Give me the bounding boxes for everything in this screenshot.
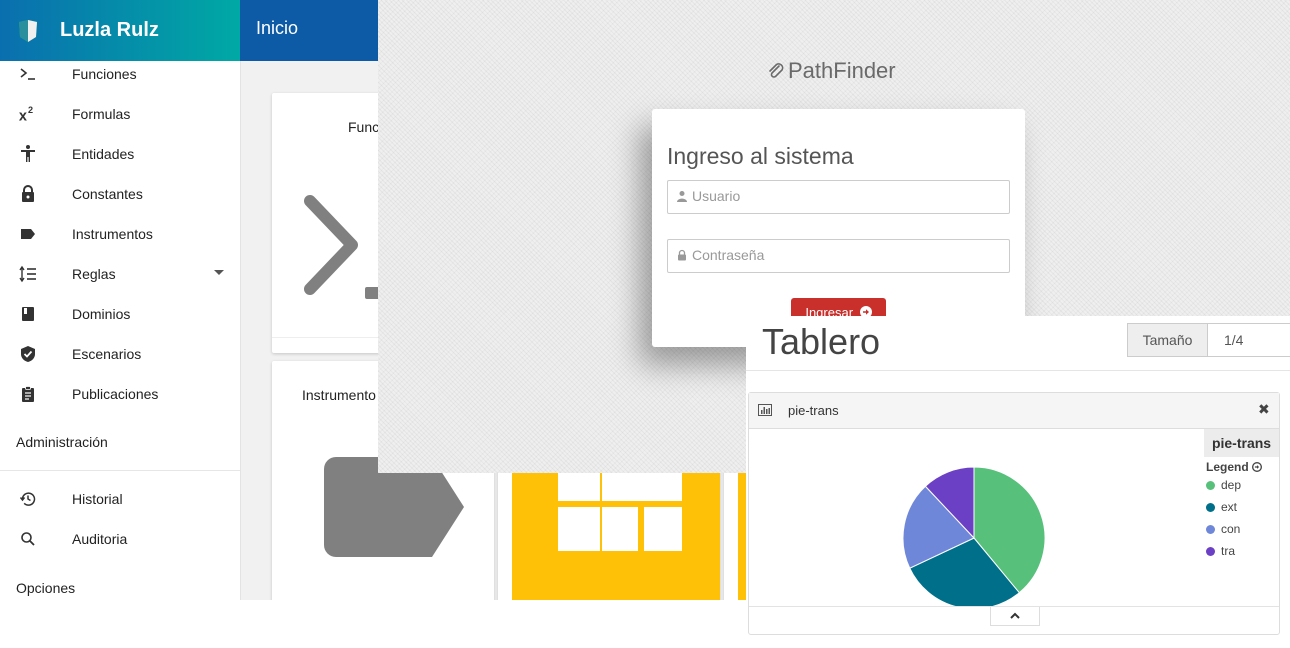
pathfinder-logo: PathFinder [766, 58, 896, 84]
dashboard-window: Tablero Tamaño 1/4 pie-trans ✖ pie-trans… [746, 316, 1290, 648]
sidebar-item-instrumentos[interactable]: Instrumentos [0, 214, 240, 254]
chart-panel: pie-trans ✖ pie-trans Legend dep ext con tr… [748, 392, 1280, 635]
lock-icon [678, 249, 686, 261]
sidebar-item-historial[interactable]: Historial [0, 479, 240, 519]
brand-bar[interactable]: Luzla Rulz [0, 0, 240, 61]
legend-item-tra[interactable]: tra [1204, 540, 1279, 562]
legend-swatch [1206, 480, 1215, 490]
terminal-icon [304, 195, 382, 299]
legend-label: ext [1221, 500, 1238, 514]
sidebar: Funciones x2 Formulas Entidades Constant… [0, 61, 241, 600]
sidebar-item-funciones[interactable]: Funciones [0, 54, 240, 94]
sidebar-item-label: Publicaciones [72, 386, 159, 402]
legend-subtitle: Legend [1206, 460, 1249, 474]
user-icon [677, 191, 687, 202]
legend-item-con[interactable]: con [1204, 518, 1279, 540]
bar-chart-icon [758, 404, 772, 416]
page-title: Tablero [762, 321, 881, 362]
section-title-opciones: Opciones [16, 580, 76, 596]
sidebar-item-label: Auditoria [72, 531, 128, 547]
login-title: Ingreso al sistema [667, 143, 854, 169]
logo-text: PathFinder [788, 58, 896, 83]
search-icon [18, 529, 38, 549]
password-input[interactable] [692, 240, 1002, 270]
legend-label: con [1221, 522, 1241, 536]
terminal-icon [18, 64, 38, 84]
sidebar-item-constantes[interactable]: Constantes [0, 174, 240, 214]
sidebar-item-label: Formulas [72, 106, 131, 122]
sidebar-item-auditoria[interactable]: Auditoria [0, 519, 240, 559]
username-field[interactable] [667, 180, 1010, 214]
sidebar-item-dominios[interactable]: Dominios [0, 294, 240, 334]
legend-toggle[interactable]: Legend [1204, 460, 1279, 474]
arrow-circle-right-icon [1252, 462, 1263, 472]
legend-swatch [1206, 546, 1215, 556]
sidebar-item-formulas[interactable]: x2 Formulas [0, 94, 240, 134]
verified-shield-icon [18, 344, 38, 364]
divider [0, 470, 240, 471]
app-title: Luzla Rulz [60, 19, 159, 41]
size-selector[interactable]: Tamaño 1/4 [1127, 323, 1290, 357]
legend-swatch [1206, 502, 1215, 512]
login-form: Ingreso al sistema Ingresar [652, 109, 1025, 347]
sidebar-item-label: Historial [72, 491, 123, 507]
card-title: Func [348, 119, 380, 135]
svg-text:x: x [19, 108, 27, 124]
legend-label: tra [1221, 544, 1236, 558]
app-logo-icon [19, 19, 37, 42]
legend-label: dep [1221, 478, 1242, 492]
legend-title: pie-trans [1204, 429, 1279, 457]
legend-item-ext[interactable]: ext [1204, 496, 1279, 518]
superscript-icon: x2 [18, 104, 38, 124]
panel-header: pie-trans ✖ [749, 393, 1279, 429]
history-icon [18, 489, 38, 509]
legend-item-dep[interactable]: dep [1204, 474, 1279, 496]
sidebar-item-publicaciones[interactable]: Publicaciones [0, 374, 240, 414]
lock-icon [18, 184, 38, 204]
section-title-administracion: Administración [16, 434, 108, 450]
sidebar-item-label: Instrumentos [72, 226, 153, 242]
sidebar-item-escenarios[interactable]: Escenarios [0, 334, 240, 374]
sidebar-item-reglas[interactable]: Reglas [0, 254, 240, 294]
sidebar-item-label: Dominios [72, 306, 131, 322]
legend-swatch [1206, 524, 1215, 534]
svg-text:2: 2 [28, 105, 33, 115]
table-icon [512, 457, 720, 600]
chevron-up-icon [1010, 612, 1020, 619]
sidebar-item-label: Entidades [72, 146, 135, 162]
book-icon [18, 304, 38, 324]
sidebar-item-label: Funciones [72, 66, 137, 82]
paperclip-icon [769, 63, 784, 78]
sidebar-item-entidades[interactable]: Entidades [0, 134, 240, 174]
username-input[interactable] [692, 181, 1002, 211]
sidebar-item-label: Constantes [72, 186, 143, 202]
size-value[interactable]: 1/4 [1208, 324, 1288, 356]
pie-chart [902, 466, 1046, 607]
sidebar-item-label: Reglas [72, 266, 116, 282]
password-field[interactable] [667, 239, 1010, 273]
label-icon [18, 224, 38, 244]
breadcrumb[interactable]: Inicio [256, 18, 298, 39]
size-label: Tamaño [1128, 324, 1208, 356]
format-line-spacing-icon [18, 264, 38, 284]
card-title: Instrumento [302, 387, 376, 403]
chevron-down-icon[interactable] [214, 270, 224, 275]
person-icon [18, 144, 38, 164]
close-icon[interactable]: ✖ [1258, 401, 1270, 418]
sidebar-item-label: Escenarios [72, 346, 142, 362]
legend-items: dep ext con tra [1204, 474, 1279, 562]
assignment-icon [18, 384, 38, 404]
chart-legend: pie-trans Legend dep ext con tra [1204, 429, 1279, 562]
divider [746, 370, 1290, 371]
panel-title: pie-trans [788, 403, 839, 418]
collapse-button[interactable] [990, 607, 1040, 626]
